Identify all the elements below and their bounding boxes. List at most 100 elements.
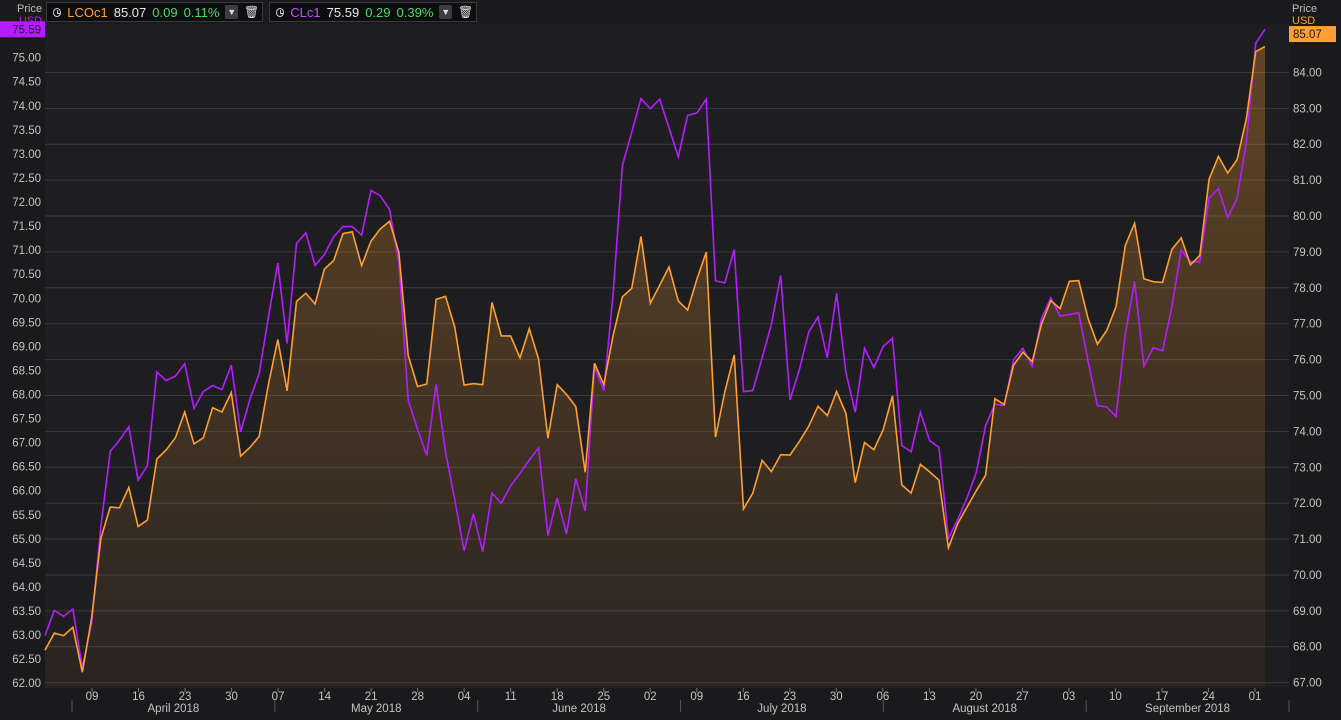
right-tick-label: 79.00: [1293, 247, 1322, 259]
right-axis-currency: USD: [1292, 15, 1316, 27]
left-axis-header: Price USD: [17, 3, 42, 27]
legend-clc1[interactable]: CLc1 75.59 0.29 0.39% ▼ 🗑: [269, 2, 477, 22]
chevron-down-icon[interactable]: ▼: [225, 5, 238, 19]
x-tick-label: 14: [318, 691, 331, 703]
price-chart: 62.00 62.50 63.00 63.50 64.00 64.50 65.00 65.50…: [0, 21, 1336, 715]
left-axis-ticks: 62.00 62.50 63.00 63.50 64.00 64.50 65.00 65.50…: [12, 53, 41, 691]
x-tick-label: 20: [969, 691, 982, 703]
left-tick-label: 64.00: [12, 582, 41, 594]
left-tick-label: 63.00: [12, 630, 41, 642]
legend-lcoc1[interactable]: LCOc1 85.07 0.09 0.11% ▼ 🗑: [46, 2, 263, 22]
x-tick-label: 28: [411, 691, 424, 703]
right-axis-title: Price: [1292, 3, 1318, 15]
right-tick-label: 81.00: [1293, 175, 1322, 187]
left-tick-label: 70.00: [12, 293, 41, 305]
left-tick-label: 63.50: [12, 606, 41, 618]
right-tick-label: 67.00: [1293, 678, 1322, 690]
month-label: September 2018: [1145, 703, 1230, 715]
right-tick-label: 83.00: [1293, 103, 1322, 115]
legend-pct-change: 0.11%: [183, 4, 220, 20]
right-tick-label: 68.00: [1293, 642, 1322, 654]
x-tick-label: 01: [1249, 691, 1262, 703]
clock-icon: [276, 7, 285, 17]
right-tick-label: 73.00: [1293, 462, 1322, 474]
right-tick-label: 82.00: [1293, 139, 1322, 151]
left-tick-label: 74.00: [12, 101, 41, 113]
legend-change: 0.09: [152, 4, 178, 20]
x-tick-label: 04: [458, 691, 471, 703]
lcoc1-last-tag-label: 85.07: [1293, 29, 1322, 41]
x-tick-label: 18: [551, 691, 564, 703]
left-tick-label: 65.50: [12, 510, 41, 522]
left-tick-label: 73.00: [12, 149, 41, 161]
right-tick-label: 75.00: [1293, 390, 1322, 402]
left-tick-label: 66.50: [12, 462, 41, 474]
x-tick-label: 06: [876, 691, 889, 703]
left-axis-currency: USD: [18, 15, 43, 27]
legend-last: 85.07: [113, 4, 147, 20]
chevron-down-icon[interactable]: ▼: [439, 5, 452, 19]
chart-root: 62.00 62.50 63.00 63.50 64.00 64.50 65.00 65.50…: [0, 0, 1341, 715]
right-tick-label: 78.00: [1293, 283, 1322, 295]
legend-last: 75.59: [326, 4, 360, 20]
x-tick-label: 21: [365, 691, 378, 703]
left-tick-label: 67.00: [12, 438, 41, 450]
right-tick-label: 72.00: [1293, 498, 1322, 510]
x-tick-label: 30: [830, 691, 843, 703]
legend-ric: LCOc1: [67, 4, 108, 20]
left-axis-title: Price: [17, 3, 43, 15]
right-tick-label: 69.00: [1293, 606, 1322, 618]
left-tick-label: 67.50: [12, 414, 41, 426]
x-tick-label: 11: [505, 691, 517, 703]
month-label: July 2018: [757, 703, 806, 715]
x-tick-label: 27: [1016, 691, 1029, 703]
x-axis-ticks: 09 16 23 30 07 14 21 28 04 11 18 25 02 09 16 23 30 06 13 20…: [86, 688, 1262, 715]
left-tick-label: 71.00: [12, 245, 41, 257]
x-tick-label: 23: [179, 691, 192, 703]
x-tick-label: 07: [272, 691, 285, 703]
left-tick-label: 64.50: [12, 558, 41, 570]
x-tick-label: 02: [644, 691, 657, 703]
right-tick-label: 70.00: [1293, 570, 1322, 582]
trash-icon[interactable]: 🗑: [458, 5, 473, 19]
right-tick-label: 76.00: [1293, 355, 1322, 367]
left-tick-label: 68.50: [12, 365, 41, 377]
left-tick-label: 73.50: [12, 125, 41, 137]
left-tick-label: 66.00: [12, 486, 41, 498]
right-tick-label: 74.00: [1293, 426, 1322, 438]
trash-icon[interactable]: 🗑: [244, 5, 259, 19]
right-tick-label: 71.00: [1293, 534, 1322, 546]
left-tick-label: 69.00: [12, 341, 41, 353]
x-tick-label: 24: [1202, 691, 1215, 703]
x-tick-label: 23: [783, 691, 796, 703]
x-tick-label: 03: [1063, 691, 1076, 703]
left-tick-label: 62.50: [12, 654, 41, 666]
x-tick-label: 09: [86, 691, 99, 703]
left-tick-label: 65.00: [12, 534, 41, 546]
left-tick-label: 71.50: [12, 221, 41, 233]
left-tick-label: 70.50: [12, 269, 41, 281]
x-tick-label: 09: [690, 691, 703, 703]
x-tick-label: 17: [1156, 691, 1169, 703]
left-tick-label: 72.50: [12, 173, 41, 185]
month-label: June 2018: [552, 703, 606, 715]
left-tick-label: 68.00: [12, 389, 41, 401]
legend-change: 0.29: [365, 4, 391, 20]
right-axis-header: Price USD: [1292, 3, 1317, 27]
x-tick-label: 13: [923, 691, 936, 703]
right-tick-label: 80.00: [1293, 211, 1322, 223]
legend-ric: CLc1: [290, 4, 321, 20]
left-tick-label: 62.00: [12, 678, 41, 690]
month-label: May 2018: [351, 703, 402, 715]
x-tick-label: 16: [132, 691, 145, 703]
right-axis-ticks: 67.00 68.00 69.00 70.00 71.00 72.00 73.00 74.00…: [1293, 67, 1322, 689]
x-tick-label: 16: [737, 691, 750, 703]
clock-icon: [53, 7, 62, 17]
legend-pct-change: 0.39%: [396, 4, 434, 20]
right-tick-label: 77.00: [1293, 319, 1322, 331]
left-tick-label: 69.50: [12, 317, 41, 329]
x-tick-label: 30: [225, 691, 238, 703]
left-tick-label: 75.00: [12, 53, 41, 65]
month-label: August 2018: [952, 703, 1017, 715]
x-tick-label: 10: [1109, 691, 1122, 703]
